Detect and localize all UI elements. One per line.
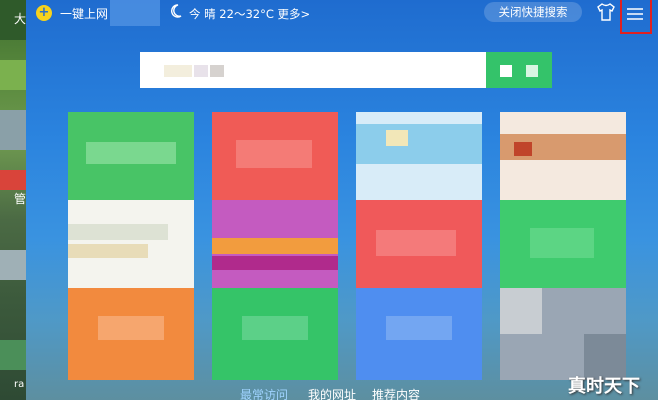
search-input[interactable] bbox=[140, 52, 486, 88]
tile-3[interactable] bbox=[356, 112, 482, 204]
menu-highlight-box bbox=[620, 0, 652, 34]
shirt-icon[interactable] bbox=[596, 1, 616, 27]
blurred-region bbox=[530, 228, 594, 258]
blurred-region bbox=[194, 65, 208, 77]
blurred-region bbox=[164, 65, 192, 77]
blurred-region bbox=[68, 244, 148, 258]
desktop-bg-block bbox=[0, 250, 26, 280]
blurred-region bbox=[236, 140, 312, 168]
tab-recommended[interactable]: 推荐内容 bbox=[372, 386, 420, 400]
tile-12[interactable] bbox=[500, 288, 626, 380]
moon-icon bbox=[170, 4, 182, 22]
blurred-region bbox=[386, 316, 452, 340]
blurred-region bbox=[212, 238, 338, 254]
blurred-region bbox=[514, 142, 532, 156]
blurred-region bbox=[376, 230, 456, 256]
tile-11[interactable] bbox=[356, 288, 482, 380]
desktop-icon-label[interactable]: 管 bbox=[14, 192, 26, 206]
tile-7[interactable] bbox=[356, 200, 482, 292]
blurred-region bbox=[500, 65, 512, 77]
tile-8[interactable] bbox=[500, 200, 626, 292]
blurred-region bbox=[98, 316, 164, 340]
blurred-region bbox=[386, 130, 408, 146]
blurred-region bbox=[242, 316, 308, 340]
desktop-bg-block bbox=[0, 170, 26, 190]
close-quick-search-button[interactable]: 关闭快捷搜索 bbox=[484, 2, 582, 22]
blurred-region bbox=[210, 65, 224, 77]
blurred-region bbox=[86, 142, 176, 164]
tile-1[interactable] bbox=[68, 112, 194, 204]
tile-5[interactable] bbox=[68, 200, 194, 292]
tile-9[interactable] bbox=[68, 288, 194, 380]
desktop-bg-block bbox=[0, 340, 26, 370]
tab-my-sites[interactable]: 我的网址 bbox=[308, 386, 356, 400]
tab-most-visited[interactable]: 最常访问 bbox=[240, 386, 288, 400]
tile-6[interactable] bbox=[212, 200, 338, 292]
desktop-bg-block bbox=[0, 60, 26, 90]
weather-link[interactable]: 今 晴 22～32°C 更多> bbox=[189, 6, 310, 22]
watermark-text: 真时天下 bbox=[568, 376, 640, 397]
tile-2[interactable] bbox=[212, 112, 338, 204]
blurred-region bbox=[526, 65, 538, 77]
blurred-region bbox=[110, 0, 160, 26]
tile-4[interactable] bbox=[500, 112, 626, 204]
new-tab-window: + 一键上网 今 晴 22～32°C 更多> 关闭快捷搜索 最常访问 我的网址 … bbox=[26, 0, 658, 400]
blurred-region bbox=[500, 288, 542, 334]
app-title[interactable]: 一键上网 bbox=[60, 5, 108, 22]
desktop-bg-block bbox=[0, 110, 26, 150]
logo-icon[interactable]: + bbox=[36, 5, 52, 21]
footer-tabs: 最常访问 我的网址 推荐内容 bbox=[26, 382, 658, 400]
blurred-region bbox=[68, 224, 168, 240]
desktop-icon-label[interactable]: ra bbox=[14, 378, 24, 392]
search-button[interactable] bbox=[486, 52, 552, 88]
tile-10[interactable] bbox=[212, 288, 338, 380]
blurred-region bbox=[212, 256, 338, 270]
desktop-icon-label[interactable]: 大 bbox=[14, 12, 26, 26]
blurred-region bbox=[356, 124, 482, 164]
desktop-strip: 大 管 ra bbox=[0, 0, 26, 400]
top-bar: + 一键上网 今 晴 22～32°C 更多> 关闭快捷搜索 bbox=[26, 0, 658, 34]
